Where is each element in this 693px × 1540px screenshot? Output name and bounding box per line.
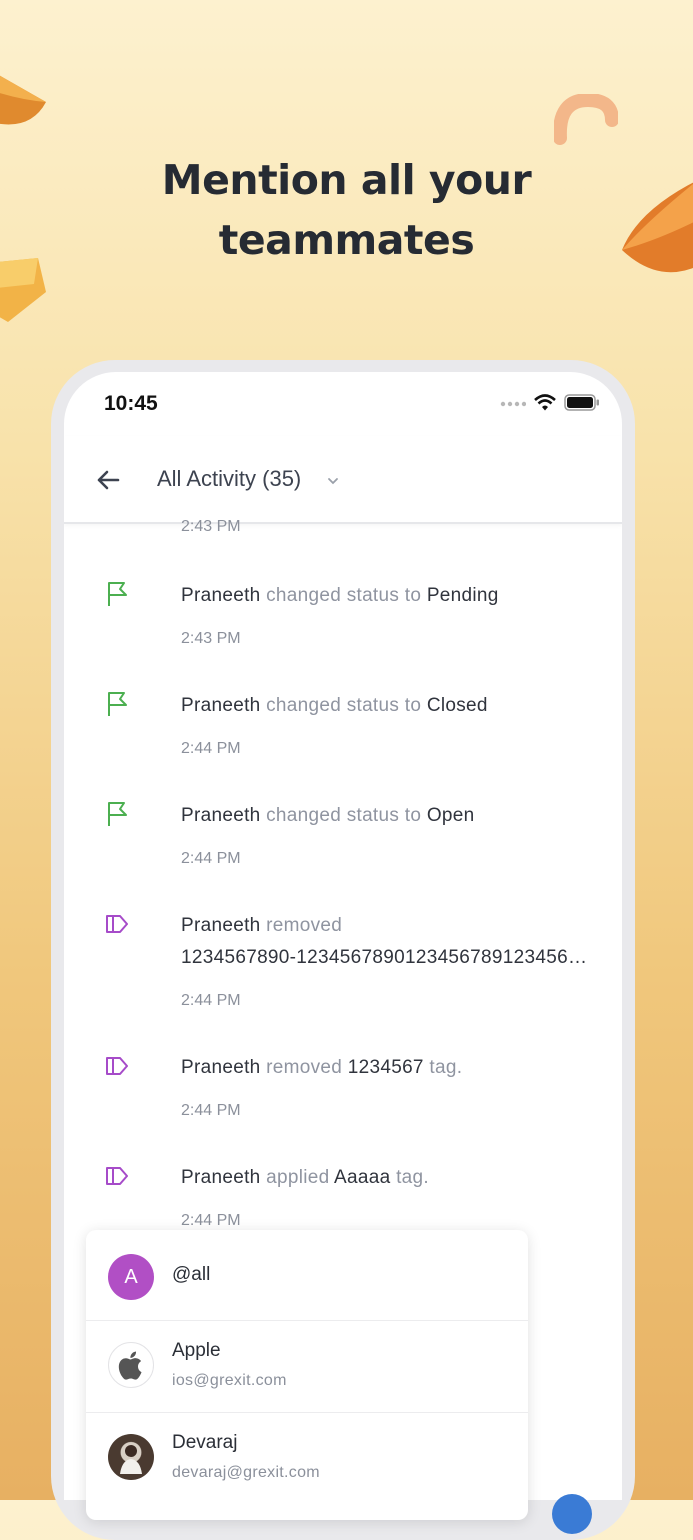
mention-option-all[interactable]: A @all: [86, 1230, 528, 1321]
status-bar: 10:45: [64, 372, 622, 436]
activity-actor: Praneeth: [181, 915, 261, 936]
status-icons: [500, 394, 600, 411]
activity-object: Pending: [426, 585, 499, 606]
wifi-icon: [534, 394, 556, 411]
app-bar: All Activity (35): [64, 436, 622, 524]
activity-object: Aaaaa: [334, 1167, 391, 1188]
mention-name: @all: [172, 1264, 211, 1285]
activity-verb: applied: [266, 1167, 330, 1188]
mention-option-devaraj[interactable]: Devaraj devaraj@grexit.com: [86, 1412, 528, 1520]
activity-time: 2:44 PM: [181, 1102, 241, 1119]
headline: Mention all your teammates: [0, 150, 693, 270]
activity-time: 2:44 PM: [181, 740, 241, 757]
decorative-arch: [554, 94, 618, 145]
activity-text: Praneeth changed status to Closed: [181, 690, 591, 722]
signal-icon: [500, 401, 526, 406]
activity-object: 1234567: [347, 1057, 424, 1078]
headline-line2: teammates: [218, 216, 475, 264]
status-time: 10:45: [104, 392, 158, 415]
activity-time: 2:44 PM: [181, 1212, 241, 1229]
avatar: A: [108, 1254, 154, 1300]
activity-actor: Praneeth: [181, 585, 261, 606]
activity-verb: changed status to: [266, 805, 422, 826]
activity-verb: removed: [266, 1057, 343, 1078]
activity-actor: Praneeth: [181, 805, 261, 826]
back-arrow-icon[interactable]: [94, 466, 122, 494]
mention-name: Devaraj: [172, 1432, 238, 1453]
tag-icon: [106, 1167, 128, 1185]
activity-verb: changed status to: [266, 695, 422, 716]
activity-object: Open: [426, 805, 475, 826]
activity-text: Praneeth changed status to Pending: [181, 580, 591, 612]
activity-time: 2:43 PM: [181, 630, 241, 647]
mention-name: Apple: [172, 1340, 221, 1361]
activity-text: Praneeth removed 1234567890-123456789012…: [181, 910, 591, 974]
chevron-down-icon[interactable]: [326, 474, 340, 488]
headline-line1: Mention all your: [161, 156, 532, 204]
activity-suffix: tag.: [429, 1057, 463, 1078]
activity-actor: Praneeth: [181, 1167, 261, 1188]
activity-verb: changed status to: [266, 585, 422, 606]
activity-text: Praneeth removed 1234567 tag.: [181, 1052, 591, 1084]
activity-time: 2:44 PM: [181, 850, 241, 867]
mention-option-apple[interactable]: Apple ios@grexit.com: [86, 1320, 528, 1413]
activity-suffix: tag.: [396, 1167, 429, 1188]
tag-icon: [106, 1057, 128, 1075]
activity-filter-title[interactable]: All Activity (35): [157, 466, 301, 492]
activity-actor: Praneeth: [181, 695, 261, 716]
activity-time: 2:43 PM: [181, 518, 241, 535]
activity-object: Closed: [426, 695, 488, 716]
battery-icon: [564, 394, 599, 411]
compose-button[interactable]: [552, 1494, 592, 1534]
flag-icon: [108, 582, 127, 606]
activity-text: Praneeth applied Aaaaa tag.: [181, 1162, 591, 1194]
avatar: [108, 1434, 154, 1480]
decorative-bowl-top-left: [0, 75, 46, 125]
flag-icon: [108, 692, 127, 716]
activity-verb: removed: [266, 915, 343, 936]
activity-actor: Praneeth: [181, 1057, 261, 1078]
activity-time: 2:44 PM: [181, 992, 241, 1009]
mention-suggestions: A @all Apple ios@grexit.com Devaraj deva…: [86, 1230, 528, 1520]
mention-email: devaraj@grexit.com: [172, 1464, 320, 1481]
mention-email: ios@grexit.com: [172, 1372, 287, 1389]
tag-icon: [106, 915, 128, 933]
activity-object: 1234567890-12345678901234567891234567890: [181, 947, 591, 968]
flag-icon: [108, 802, 127, 826]
avatar: [108, 1342, 154, 1388]
person-photo-icon: [120, 1445, 142, 1474]
activity-text: Praneeth changed status to Open: [181, 800, 591, 832]
apple-logo-icon: [118, 1351, 142, 1380]
